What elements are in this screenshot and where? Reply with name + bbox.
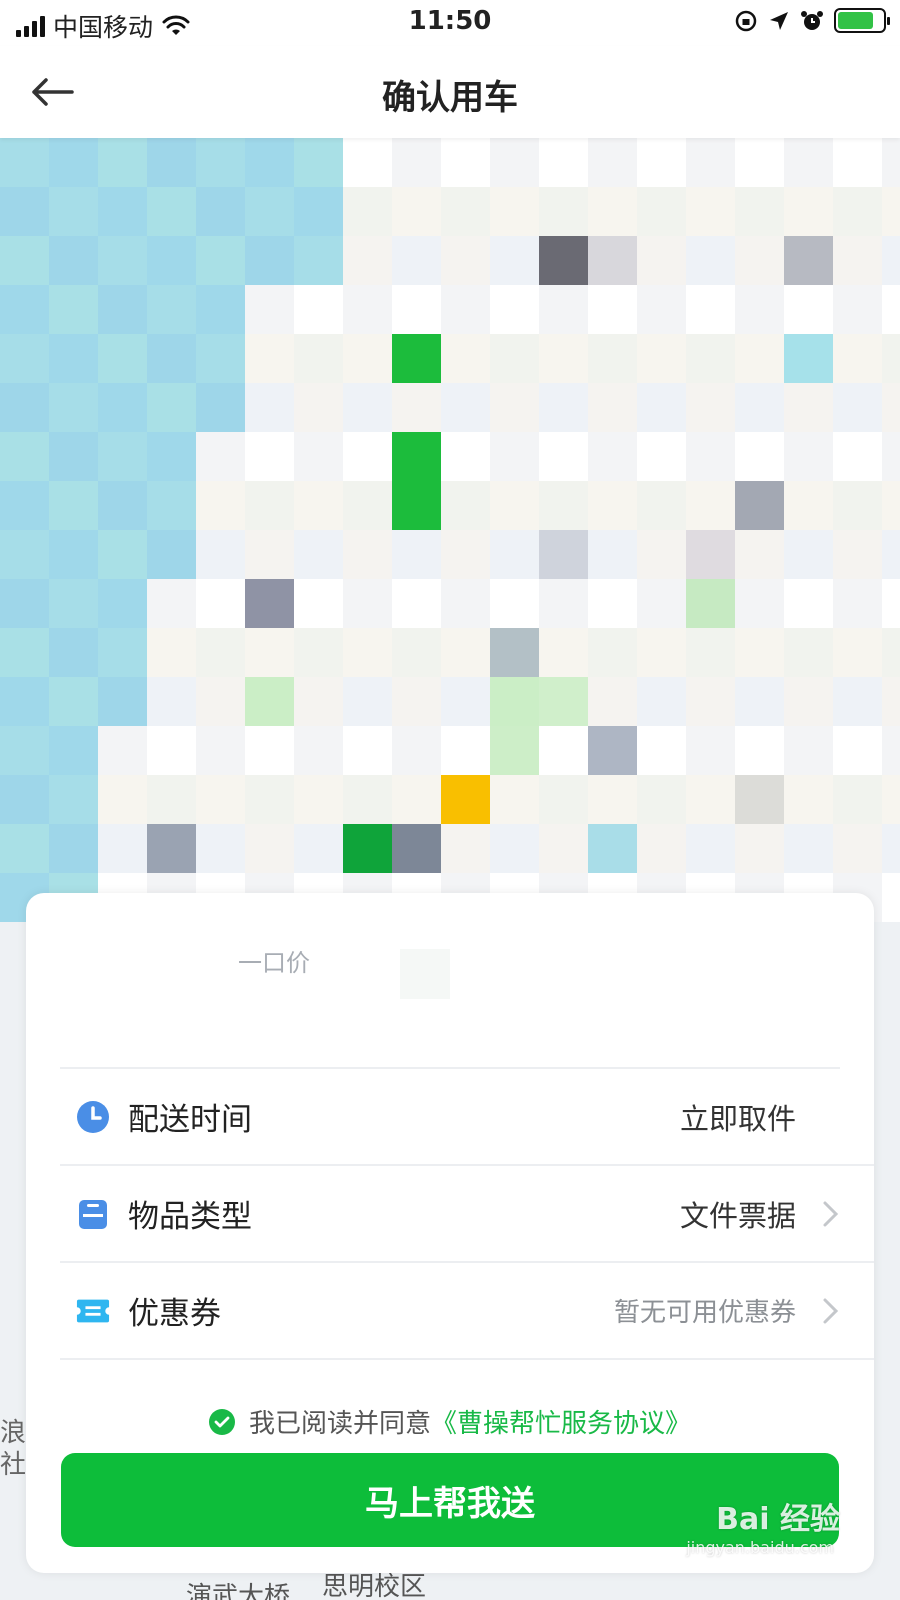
row-value: 暂无可用优惠券 (613, 1298, 796, 1328)
ticket-icon (76, 1294, 110, 1328)
status-right (734, 8, 890, 33)
row-coupon[interactable]: 优惠券 暂无可用优惠券 (60, 1263, 874, 1358)
agreement-text: 我已阅读并同意 (248, 1409, 431, 1439)
row-value: 立即取件 (679, 1101, 796, 1136)
nav-bar: 确认用车 (0, 46, 900, 138)
row-item-type[interactable]: 物品类型 文件票据 (60, 1166, 874, 1261)
location-arrow-icon (770, 11, 788, 30)
bag-icon (76, 1197, 110, 1231)
divider (60, 1358, 874, 1360)
watermark-url: jingyan.baidu.com (686, 1538, 834, 1557)
alarm-icon (801, 10, 823, 30)
order-card: 一口价 配送时间 立即取件 物品类型 文件票据 优惠券 暂无可用优惠券 我已阅读… (26, 893, 874, 1573)
map-label: 演武大桥 (186, 1582, 291, 1600)
status-bar: 中国移动 11:50 (0, 0, 900, 46)
price-label: 一口价 (238, 949, 310, 977)
check-icon (214, 1416, 230, 1427)
row-label: 物品类型 (128, 1199, 252, 1235)
clock-icon (76, 1100, 110, 1134)
row-value: 文件票据 (679, 1198, 796, 1233)
row-delivery-time[interactable]: 配送时间 立即取件 (60, 1069, 874, 1164)
agreement-link[interactable]: 《曹操帮忙服务协议》 (431, 1403, 691, 1440)
page-title: 确认用车 (382, 78, 518, 118)
battery-icon (834, 8, 890, 33)
chevron-right-icon (823, 1298, 839, 1323)
chevron-right-icon (823, 1201, 839, 1226)
price-value-redacted (400, 949, 450, 999)
agreement: 我已阅读并同意 《曹操帮忙服务协议》 (26, 1403, 874, 1440)
rotation-lock-icon (735, 10, 757, 31)
watermark-logo: Bai 经验 (716, 1502, 840, 1537)
row-label: 配送时间 (128, 1102, 252, 1138)
row-label: 优惠券 (128, 1296, 221, 1332)
agree-checkbox[interactable] (208, 1408, 235, 1435)
